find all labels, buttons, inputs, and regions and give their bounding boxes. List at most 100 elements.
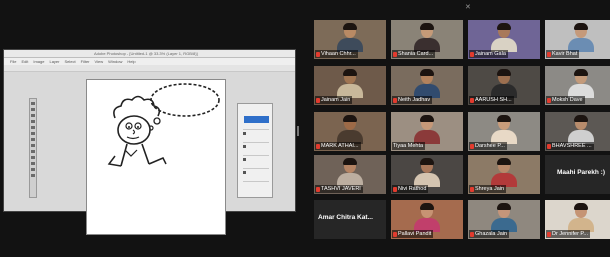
muted-mic-icon <box>470 143 474 149</box>
participant-tile[interactable]: Moksh Dave <box>545 66 610 105</box>
participant-name: MARK ATHAI... <box>321 143 359 149</box>
participant-video-avatar <box>491 203 517 232</box>
participant-video-avatar <box>568 23 594 52</box>
participant-name-label: BHAVSHREE ... <box>546 142 594 150</box>
shared-options-bar <box>4 65 295 72</box>
participant-tile[interactable]: Neith Jadhav <box>391 66 463 105</box>
menu-filter: Filter <box>80 59 90 64</box>
participant-name: Kavir Bhat <box>552 51 578 57</box>
participant-name: Ghazala Jain <box>475 231 508 237</box>
muted-mic-icon <box>547 97 551 103</box>
participant-tile[interactable]: Maahi Parekh :) <box>545 155 610 194</box>
menu-help: Help <box>127 59 136 64</box>
avatar-hair <box>420 158 434 165</box>
avatar-hair <box>343 23 357 30</box>
participant-name: TASHVI JAVERI <box>321 186 361 192</box>
avatar-hair <box>574 115 588 122</box>
avatar-hair <box>420 115 434 122</box>
participant-name-label: Pallavi Pandit <box>392 230 434 238</box>
avatar-hair <box>497 203 511 210</box>
drawing-canvas <box>86 79 226 235</box>
muted-mic-icon <box>547 231 551 237</box>
menu-window: Window <box>108 59 123 64</box>
muted-mic-icon <box>470 186 474 192</box>
participant-tile[interactable]: Shania Card... <box>391 20 463 59</box>
participant-name-label: Jainam Jain <box>315 96 353 104</box>
muted-mic-icon <box>393 97 397 103</box>
participant-name-label: Kavir Bhat <box>546 50 580 58</box>
participant-name-label: AARUSH SH... <box>469 96 514 104</box>
avatar-hair <box>497 23 511 30</box>
participant-tile[interactable]: Jainam Gala <box>468 20 540 59</box>
tools-panel <box>29 98 37 198</box>
participant-name-label: Shania Card... <box>392 50 436 58</box>
split-view-handle[interactable] <box>297 126 299 136</box>
participant-name: Vihaan Chhr... <box>321 51 356 57</box>
participant-tile[interactable]: Shreya Jain <box>468 155 540 194</box>
participant-video-avatar <box>491 115 517 144</box>
menu-edit: Edit <box>21 59 29 64</box>
participant-video-avatar <box>337 158 363 187</box>
avatar-hair <box>420 23 434 30</box>
participant-tile[interactable]: BHAVSHREE ... <box>545 112 610 151</box>
avatar-hair <box>343 69 357 76</box>
participant-name: BHAVSHREE ... <box>552 143 592 149</box>
menu-file: File <box>10 59 17 64</box>
participant-name-label: Moksh Dave <box>546 96 585 104</box>
participant-tile[interactable]: Nivi Rathod <box>391 155 463 194</box>
participant-name-label: TASHVI JAVERI <box>315 185 363 193</box>
participant-video-avatar <box>568 69 594 98</box>
muted-mic-icon <box>470 231 474 237</box>
participant-tile[interactable]: Jainam Jain <box>314 66 386 105</box>
muted-mic-icon <box>470 97 474 103</box>
menu-layer: Layer <box>49 59 60 64</box>
participant-tile[interactable]: MARK ATHAI... <box>314 112 386 151</box>
participant-tile[interactable]: Pallavi Pandit <box>391 200 463 239</box>
selected-layer <box>244 116 269 123</box>
participant-tile[interactable]: Amar Chitra Kat... <box>314 200 386 239</box>
participant-tile[interactable]: TASHVI JAVERI <box>314 155 386 194</box>
participant-name: Tiyaa Mehta <box>393 143 424 149</box>
participant-name: Pallavi Pandit <box>398 231 432 237</box>
avatar-hair <box>574 203 588 210</box>
participant-name: Shreya Jain <box>475 186 505 192</box>
participant-name: Nivi Rathod <box>398 186 427 192</box>
muted-mic-icon <box>316 143 320 149</box>
avatar-hair <box>497 115 511 122</box>
participant-name-label: Neith Jadhav <box>392 96 433 104</box>
menu-select: Select <box>64 59 76 64</box>
participant-video-avatar <box>337 69 363 98</box>
participant-name: Shania Card... <box>398 51 434 57</box>
collapse-icon[interactable]: ✕ <box>465 4 471 11</box>
shared-screen: Adobe Photoshop - [Untitled-1 @ 33.3% (L… <box>3 49 296 235</box>
participant-display-name: Amar Chitra Kat... <box>318 214 373 221</box>
muted-mic-icon <box>393 231 397 237</box>
participant-tile[interactable]: Vihaan Chhr... <box>314 20 386 59</box>
muted-mic-icon <box>547 143 551 149</box>
participant-tile[interactable]: Ghazala Jain <box>468 200 540 239</box>
participant-name-label: MARK ATHAI... <box>315 142 361 150</box>
avatar-hair <box>497 158 511 165</box>
avatar-hair <box>343 115 357 122</box>
participant-video-avatar <box>414 203 440 232</box>
participant-name: Darshee P... <box>475 143 505 149</box>
participant-name-label: Tiyaa Mehta <box>392 142 426 150</box>
participant-name-label: Jainam Gala <box>469 50 508 58</box>
menu-image: Image <box>33 59 45 64</box>
avatar-hair <box>497 69 511 76</box>
participant-name: Neith Jadhav <box>398 97 431 103</box>
shared-menubar: File Edit Image Layer Select Filter View… <box>4 58 295 65</box>
participant-tile[interactable]: Darshee P... <box>468 112 540 151</box>
participant-tile[interactable]: Dr Jennifer P... <box>545 200 610 239</box>
participant-tile[interactable]: Tiyaa Mehta <box>391 112 463 151</box>
participant-tile[interactable]: AARUSH SH... <box>468 66 540 105</box>
participant-name-label: Dr Jennifer P... <box>546 230 590 238</box>
muted-mic-icon <box>393 51 397 57</box>
participant-name-label: Nivi Rathod <box>392 185 429 193</box>
menu-view: View <box>94 59 104 64</box>
participant-tile[interactable]: Kavir Bhat <box>545 20 610 59</box>
avatar-hair <box>574 23 588 30</box>
muted-mic-icon <box>316 186 320 192</box>
cartoon-drawing <box>107 83 220 167</box>
participant-video-avatar <box>414 69 440 98</box>
